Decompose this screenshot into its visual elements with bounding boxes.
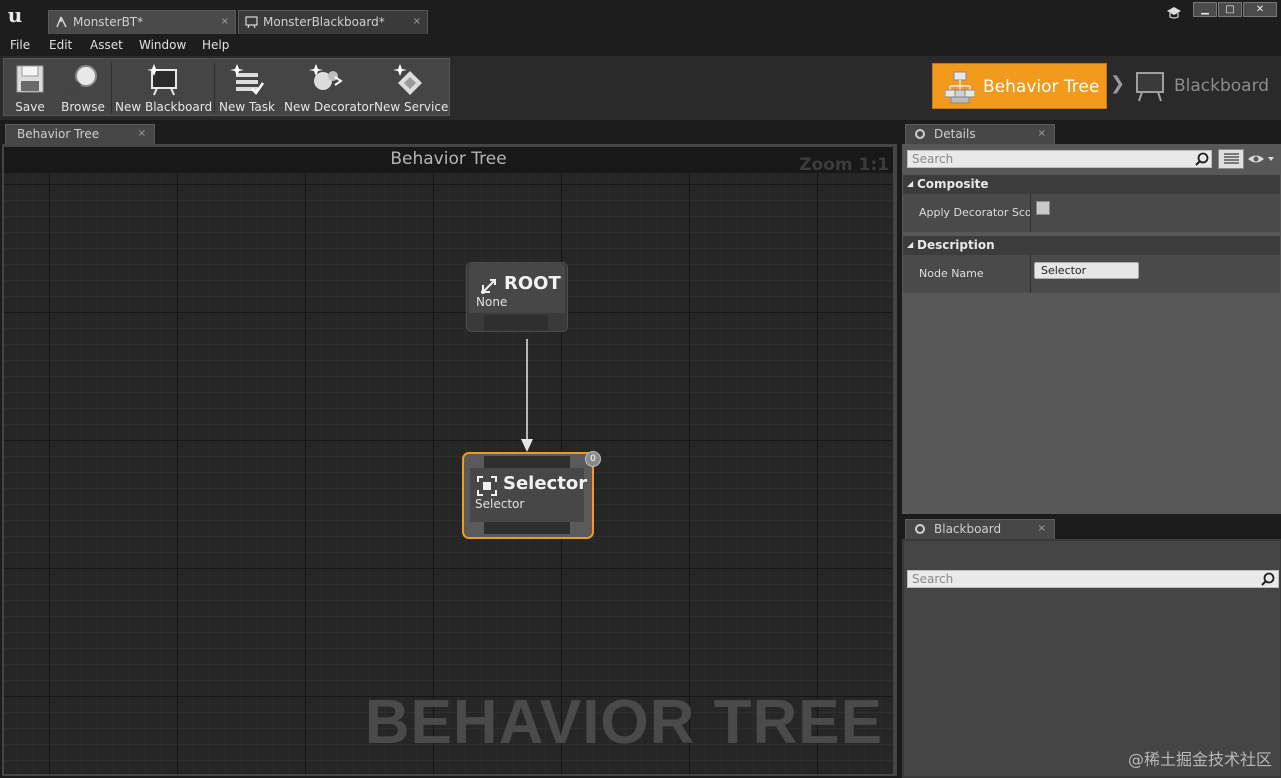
- property-matrix-button[interactable]: [1218, 149, 1244, 169]
- new-blackboard-label: New Blackboard: [115, 100, 213, 114]
- collapse-arrow-icon: ◢: [907, 179, 914, 188]
- graph-watermark: BEHAVIOR TREE: [364, 688, 883, 757]
- blackboard-tab-label: Blackboard: [934, 522, 1002, 536]
- new-task-icon: [230, 64, 264, 95]
- blackboard-panel-tab[interactable]: Blackboard ×: [905, 519, 1055, 539]
- property-name: Node Name: [919, 267, 984, 280]
- menu-help[interactable]: Help: [202, 38, 229, 52]
- close-tab-icon[interactable]: ×: [138, 125, 146, 143]
- blackboard-panel-icon: [915, 524, 925, 534]
- category-composite[interactable]: ◢ Composite: [903, 175, 1280, 194]
- close-tab-icon[interactable]: ×: [413, 11, 421, 33]
- title-bar: u MonsterBT* × MonsterBlackboard* × ▁ □ …: [0, 0, 1281, 36]
- menu-bar: File Edit Asset Window Help: [0, 36, 1281, 56]
- blackboard-mode-icon: [1136, 72, 1164, 102]
- list-view-icon: [1224, 153, 1239, 164]
- graduation-cap-icon[interactable]: [1166, 6, 1182, 20]
- new-decorator-label: New Decorator: [284, 100, 374, 114]
- document-tab-label: MonsterBlackboard*: [263, 15, 385, 29]
- property-name: Apply Decorator Scope: [919, 206, 1031, 219]
- node-connection-wire: [521, 339, 533, 452]
- browse-label: Browse: [61, 100, 105, 114]
- behavior-tree-mode-icon: [945, 71, 975, 104]
- close-tab-icon[interactable]: ×: [1038, 520, 1046, 538]
- property-column-divider[interactable]: [1030, 194, 1031, 232]
- execution-order-badge: 0: [585, 451, 601, 467]
- category-title: Composite: [917, 177, 989, 191]
- graph-title-bar: Behavior Tree: [4, 147, 893, 173]
- close-tab-icon[interactable]: ×: [221, 11, 229, 33]
- category-title: Description: [917, 238, 995, 252]
- collapse-arrow-icon: ◢: [907, 240, 914, 249]
- toolbar-separator: [214, 63, 215, 113]
- toolbar-separator: [111, 63, 112, 113]
- new-blackboard-button[interactable]: New Blackboard: [115, 59, 213, 117]
- new-decorator-icon: [309, 64, 343, 90]
- property-apply-decorator-scope: Apply Decorator Scope: [903, 194, 1280, 232]
- search-icon[interactable]: [1261, 572, 1275, 586]
- blackboard-search-input[interactable]: Search: [907, 570, 1279, 588]
- close-tab-icon[interactable]: ×: [1038, 125, 1046, 143]
- site-watermark: @稀土掘金技术社区: [1127, 750, 1272, 769]
- document-tab-label: MonsterBT*: [73, 15, 144, 29]
- blackboard-asset-icon: [245, 16, 258, 28]
- node-name-input[interactable]: Selector: [1034, 262, 1139, 279]
- details-icon: [915, 129, 925, 139]
- root-node-output-pin[interactable]: [484, 315, 548, 331]
- new-blackboard-icon: [147, 64, 177, 96]
- menu-edit[interactable]: Edit: [49, 38, 72, 52]
- property-node-name: Node Name Selector: [903, 255, 1280, 293]
- mode-behavior-tree-label: Behavior Tree: [983, 77, 1100, 97]
- menu-window[interactable]: Window: [139, 38, 186, 52]
- zoom-level: Zoom 1:1: [799, 155, 889, 175]
- root-node[interactable]: ROOT None: [466, 262, 568, 332]
- details-tab-label: Details: [934, 127, 976, 141]
- graph-panel-tab-label: Behavior Tree: [17, 127, 100, 141]
- selector-node-subtitle: Selector: [475, 497, 525, 511]
- save-icon: [16, 65, 44, 93]
- root-node-subtitle: None: [476, 295, 508, 309]
- mode-chevron-icon: ❯: [1110, 73, 1126, 94]
- unreal-logo-icon[interactable]: u: [3, 3, 27, 27]
- selector-node[interactable]: Selector Selector 0: [462, 451, 601, 539]
- browse-button[interactable]: Browse: [58, 59, 108, 117]
- new-task-label: New Task: [219, 100, 275, 114]
- mode-behavior-tree-button[interactable]: Behavior Tree: [932, 63, 1107, 109]
- document-tab-monster-blackboard[interactable]: MonsterBlackboard* ×: [238, 10, 428, 34]
- behavior-tree-graph-canvas[interactable]: Behavior Tree Zoom 1:1 ROOT None Selecto…: [4, 147, 893, 774]
- save-button[interactable]: Save: [6, 59, 54, 117]
- mode-blackboard-button[interactable]: Blackboard: [1130, 63, 1278, 109]
- toolbar-button-group: Save Browse New Blackboard New Task New …: [3, 58, 450, 116]
- search-icon[interactable]: [1195, 152, 1209, 166]
- new-decorator-button[interactable]: New Decorator: [284, 59, 374, 117]
- property-column-divider[interactable]: [1030, 255, 1031, 293]
- root-branch-icon: [481, 279, 496, 294]
- apply-decorator-scope-checkbox[interactable]: [1036, 201, 1050, 215]
- graph-title: Behavior Tree: [390, 149, 507, 169]
- graph-panel-tab[interactable]: Behavior Tree ×: [5, 124, 155, 144]
- menu-file[interactable]: File: [10, 38, 30, 52]
- category-description[interactable]: ◢ Description: [903, 236, 1280, 255]
- selector-node-output-pin[interactable]: [484, 520, 570, 534]
- behavior-tree-asset-icon: [56, 16, 67, 28]
- menu-asset[interactable]: Asset: [90, 38, 123, 52]
- new-service-button[interactable]: New Service: [374, 59, 449, 117]
- close-window-button[interactable]: ✕: [1243, 2, 1277, 17]
- new-service-label: New Service: [374, 100, 449, 114]
- document-tab-monster-bt[interactable]: MonsterBT* ×: [48, 10, 236, 34]
- selector-node-title: Selector: [503, 473, 588, 494]
- mode-blackboard-label: Blackboard: [1174, 76, 1270, 96]
- eye-icon[interactable]: [1247, 153, 1275, 165]
- root-node-title: ROOT: [504, 273, 561, 294]
- details-panel-tab[interactable]: Details ×: [905, 124, 1055, 144]
- magnifier-icon: [68, 65, 97, 95]
- minimize-button[interactable]: ▁: [1193, 2, 1217, 17]
- new-task-button[interactable]: New Task: [218, 59, 276, 117]
- selector-icon: [477, 476, 497, 496]
- save-label: Save: [15, 100, 45, 114]
- new-service-icon: [393, 64, 422, 95]
- maximize-button[interactable]: □: [1218, 2, 1242, 17]
- details-search-input[interactable]: Search: [907, 150, 1212, 168]
